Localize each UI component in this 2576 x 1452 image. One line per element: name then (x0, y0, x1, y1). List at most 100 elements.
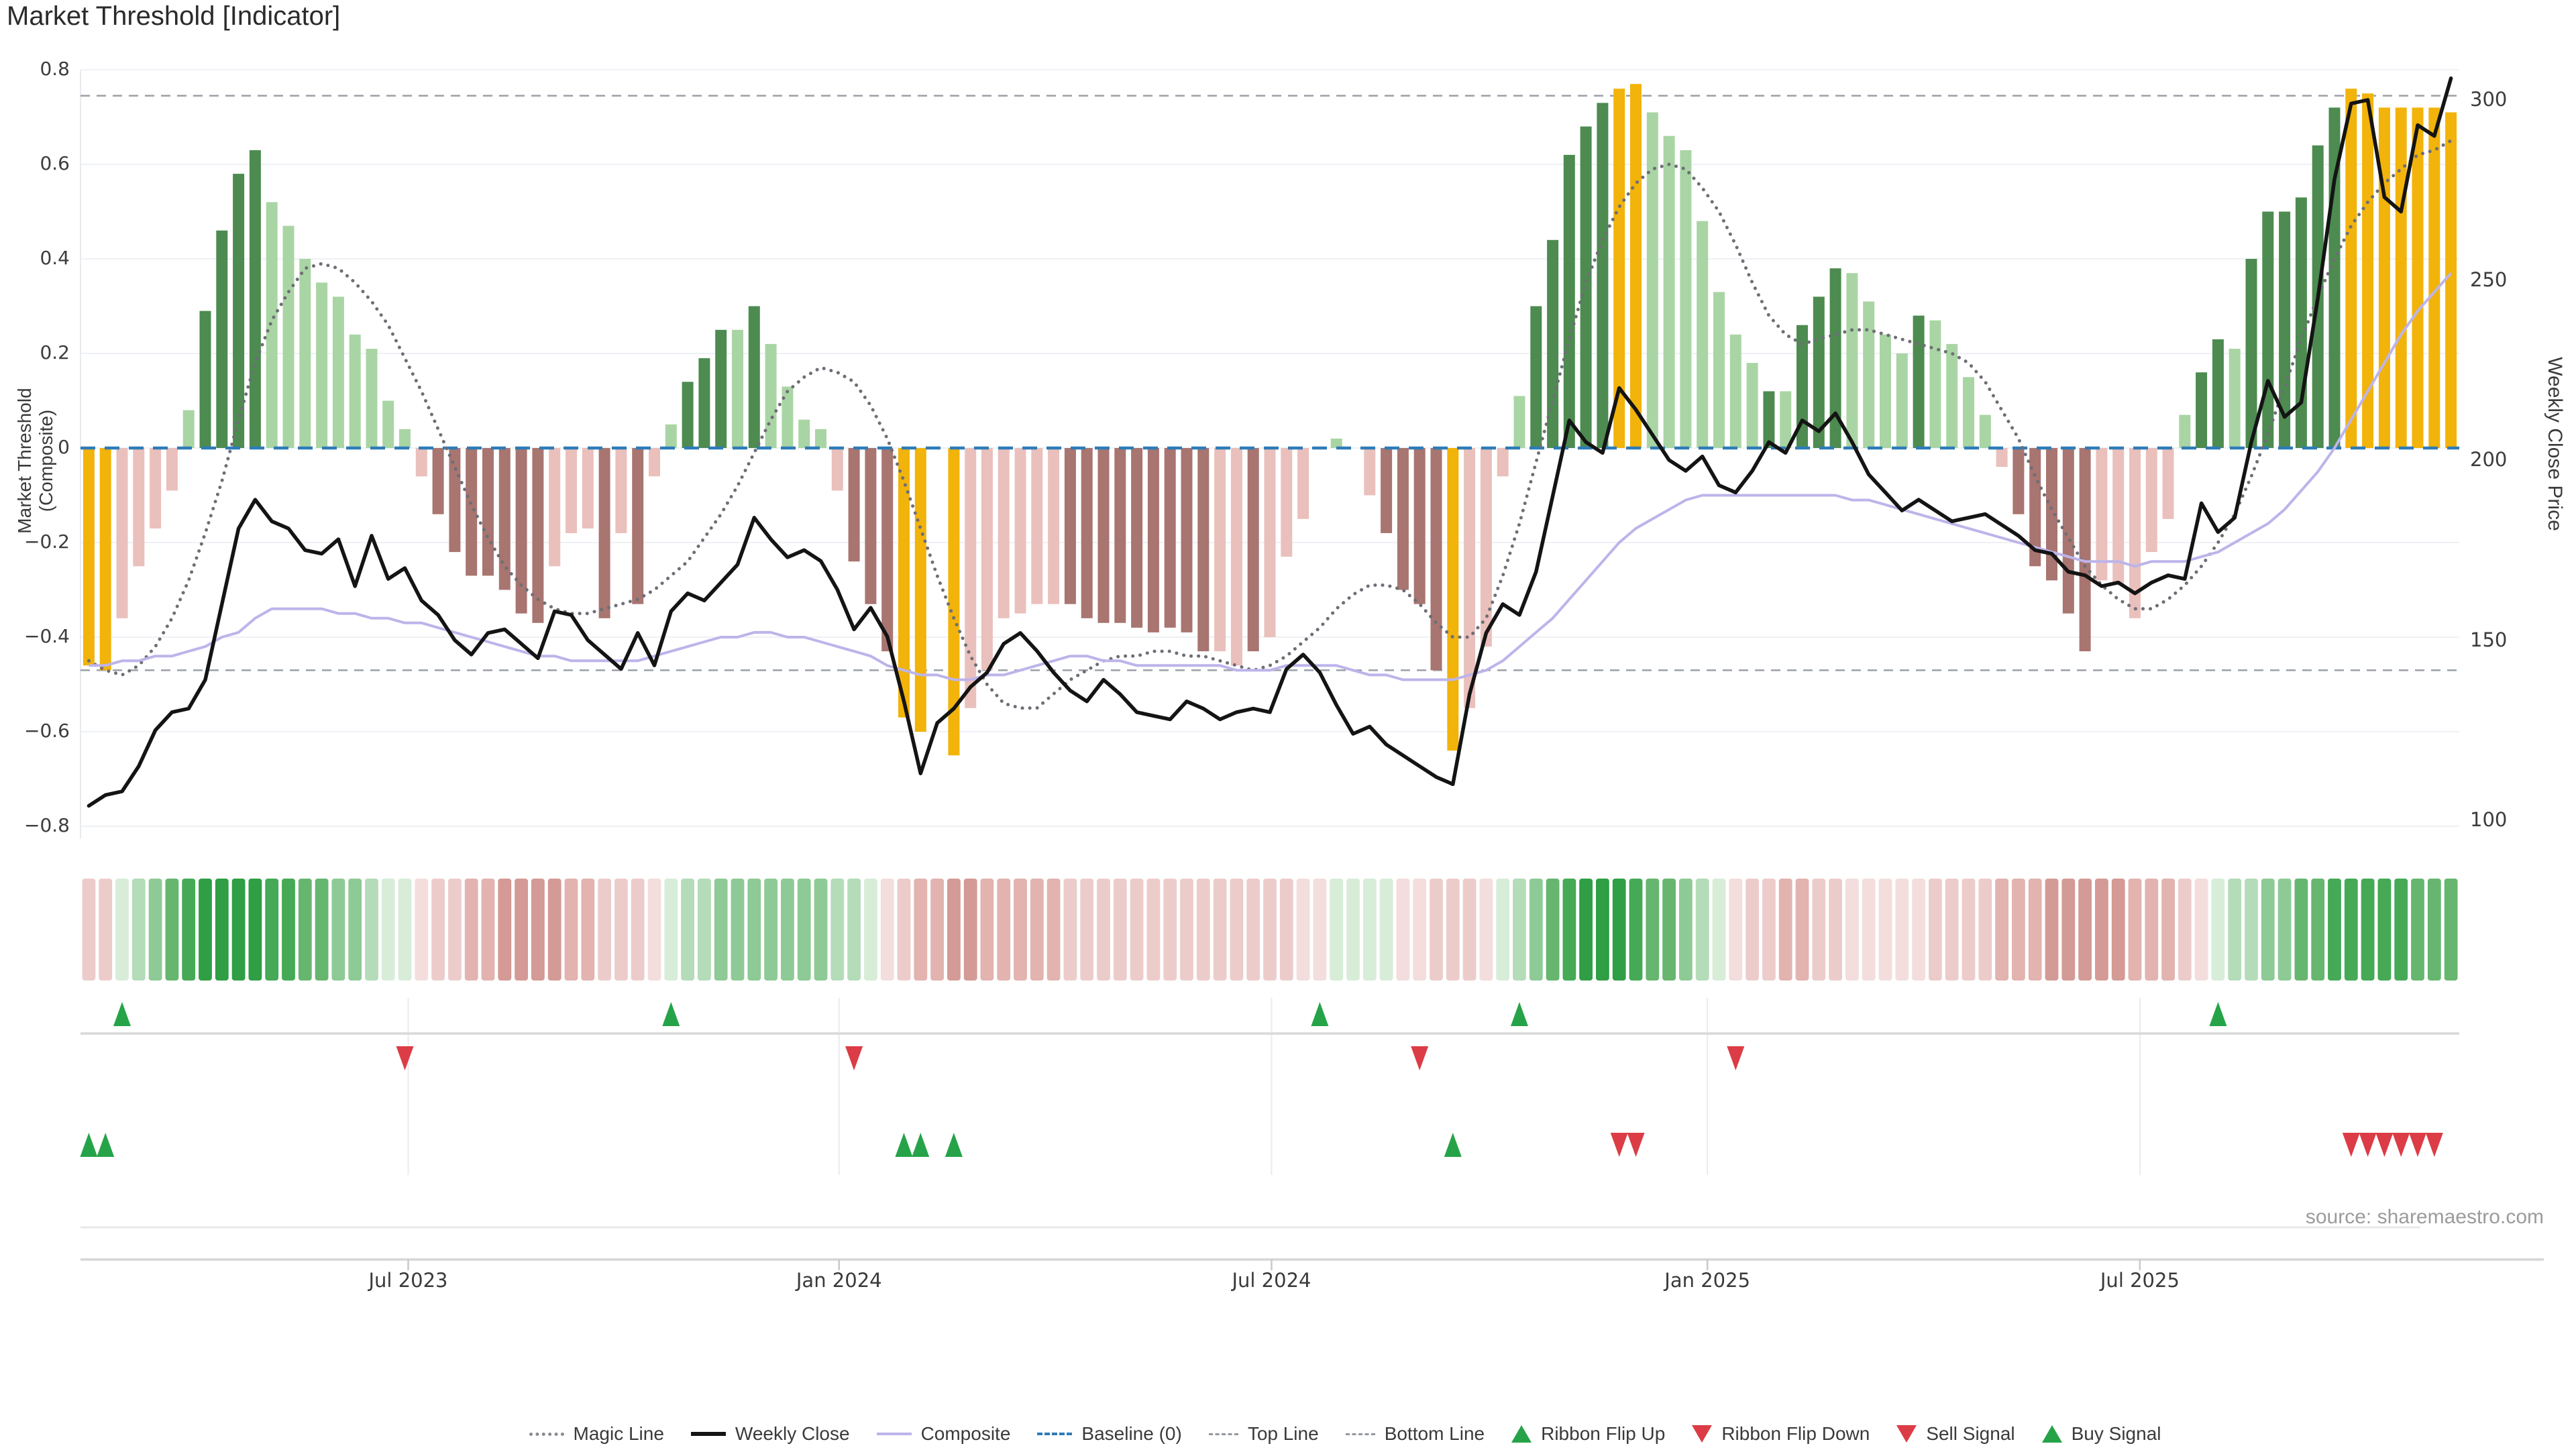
ribbon-cell (598, 879, 611, 981)
threshold-bar (2162, 448, 2174, 519)
threshold-bar (1064, 448, 1076, 604)
threshold-bar (1413, 448, 1426, 604)
threshold-bar (366, 349, 378, 448)
ribbon-cell (1263, 879, 1277, 981)
ribbon-cell (1230, 879, 1244, 981)
threshold-bar (282, 225, 294, 448)
ribbon-flip-up-marker (113, 1002, 131, 1026)
ribbon-cell (947, 879, 961, 981)
threshold-bar (482, 448, 494, 576)
threshold-bar (798, 419, 810, 448)
ribbon-cell (1778, 879, 1792, 981)
threshold-bar (881, 448, 894, 652)
ribbon-cell (182, 879, 196, 981)
ribbon-cell (830, 879, 845, 981)
ribbon-cell (2394, 879, 2408, 981)
threshold-bar (1896, 353, 1908, 448)
threshold-bar (1530, 306, 1542, 448)
ribbon-cell (2161, 879, 2175, 981)
threshold-bar (532, 448, 544, 623)
chart-canvas (0, 0, 2576, 1452)
ribbon-cell (1014, 879, 1027, 981)
ribbon-flip-down-marker (396, 1046, 414, 1070)
ribbon-cell (2444, 879, 2458, 981)
ribbon-cell (365, 879, 378, 981)
ribbon-cell (531, 879, 545, 981)
threshold-bar (1114, 448, 1126, 623)
left-axis-tick-label: −0.2 (24, 530, 70, 553)
threshold-bar (2345, 89, 2357, 448)
ribbon-cell (631, 879, 645, 981)
sell-signal-marker (2342, 1133, 2360, 1157)
threshold-bar (632, 448, 644, 604)
triangle-up-icon (1511, 1425, 1532, 1443)
threshold-bar (1913, 315, 1925, 448)
threshold-bar (2395, 107, 2407, 448)
ribbon-cell (2145, 879, 2159, 981)
ribbon-cell (1612, 879, 1626, 981)
ribbon-cell (2228, 879, 2242, 981)
threshold-bar (99, 448, 111, 671)
buy-signal-marker (97, 1133, 115, 1157)
left-axis-tick-label: 0.4 (40, 247, 70, 269)
threshold-bar (1713, 292, 1725, 448)
threshold-bar (914, 448, 926, 732)
ribbon-cell (1146, 879, 1161, 981)
ribbon-cell (1829, 879, 1842, 981)
ribbon-cell (265, 879, 279, 981)
ribbon-cell (515, 879, 528, 981)
threshold-bar (1780, 391, 1792, 448)
legend-item-buy-signal: Buy Signal (2041, 1423, 2161, 1445)
threshold-bar (2079, 448, 2091, 652)
threshold-bar (582, 448, 594, 528)
threshold-bar (1979, 414, 1991, 448)
market-threshold-chart: Market Threshold (Composite) Weekly Clos… (0, 0, 2576, 1449)
ribbon-cell (1097, 879, 1110, 981)
left-axis-tick-label: 0.2 (40, 341, 70, 364)
ribbon-cell (880, 879, 894, 981)
source-attribution: source: sharemaestro.com (2305, 1206, 2544, 1228)
ribbon-cell (1213, 879, 1227, 981)
threshold-bar (1364, 448, 1376, 496)
threshold-bar (998, 448, 1010, 618)
threshold-bar (2112, 448, 2125, 585)
threshold-bar (2412, 107, 2424, 448)
ribbon-cell (1462, 879, 1477, 981)
threshold-bar (1680, 150, 1692, 448)
threshold-bar (2212, 339, 2224, 448)
ribbon-cell (797, 879, 811, 981)
legend-label: Baseline (0) (1081, 1423, 1182, 1444)
threshold-bar (316, 282, 328, 448)
threshold-bar (1131, 448, 1143, 628)
ribbon-cell (1246, 879, 1260, 981)
ribbon-cell (398, 879, 412, 981)
threshold-bar (1580, 126, 1592, 448)
threshold-bar (1447, 448, 1459, 751)
threshold-bar (466, 448, 478, 576)
threshold-bar (1646, 112, 1658, 448)
ribbon-cell (2028, 879, 2042, 981)
left-axis-tick-label: 0.8 (40, 58, 70, 80)
sell-signal-marker (2425, 1133, 2443, 1157)
ribbon-cell (1995, 879, 2008, 981)
threshold-bar (133, 448, 145, 567)
ribbon-cell (148, 879, 162, 981)
ribbon-cell (1362, 879, 1377, 981)
legend-item-ribbon-flip-down: Ribbon Flip Down (1692, 1423, 1870, 1445)
ribbon-cell (348, 879, 362, 981)
right-axis-tick-label: 250 (2470, 268, 2508, 291)
threshold-bar (2262, 211, 2274, 448)
ribbon-cell (1646, 879, 1660, 981)
dashed-small-line-swatch (1208, 1433, 1238, 1435)
ribbon-cell (1962, 879, 1976, 981)
ribbon-cell (131, 879, 146, 981)
ribbon-cell (1662, 879, 1676, 981)
ribbon-cell (1063, 879, 1077, 981)
ribbon-cell (564, 879, 578, 981)
threshold-bar (1297, 448, 1309, 519)
left-axis-tick-label: 0 (58, 436, 70, 458)
ribbon-cell (2211, 879, 2225, 981)
legend-item-sell-signal: Sell Signal (1896, 1423, 2015, 1445)
ribbon-cell (980, 879, 994, 981)
legend-item-bottom-line: Bottom Line (1345, 1423, 1485, 1445)
